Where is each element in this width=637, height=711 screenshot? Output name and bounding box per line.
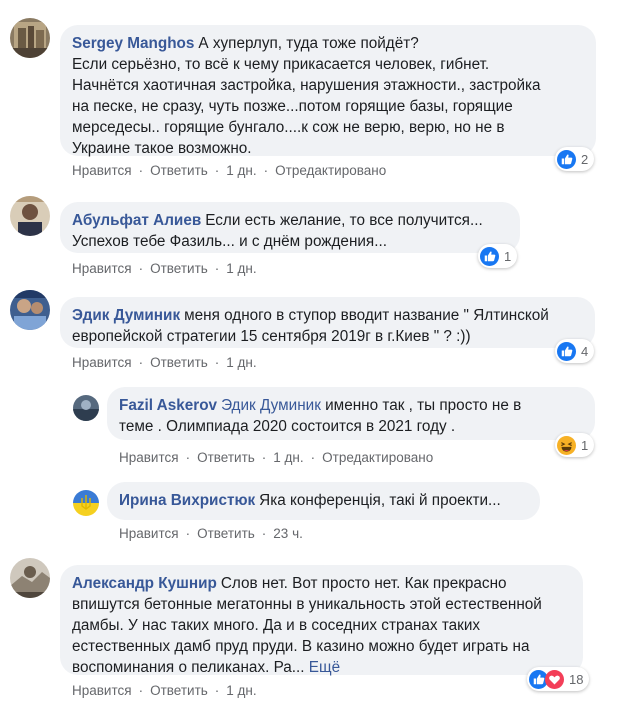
like-button[interactable]: Нравится	[72, 261, 132, 276]
comment-text-line: Слов нет. Вот просто нет. Как прекрасно	[220, 575, 507, 592]
comment-bubble: Sergey Manghos А хуперлуп, туда тоже пойд…	[60, 25, 596, 157]
separator-dot: ·	[214, 162, 220, 178]
reaction-summary[interactable]: 1	[555, 433, 595, 457]
reaction-summary[interactable]: 4	[555, 339, 595, 363]
comment-text-line: Если есть желание, то все получится...	[205, 212, 483, 229]
haha-icon	[557, 435, 576, 455]
comment-bubble: Ирина Вихристюк Яка конференція, такі й п…	[107, 482, 540, 520]
comment-text-line: Начнётся хаотичная застройка, нарушения …	[72, 77, 541, 94]
separator-dot: ·	[261, 449, 267, 465]
separator-dot: ·	[214, 682, 220, 698]
comment-timestamp[interactable]: 1 дн.	[226, 683, 256, 698]
comment-actions: Нравится · Ответить · 1 дн. · Отредактирова…	[119, 448, 433, 466]
like-icon	[557, 341, 576, 361]
comment-actions: Нравится · Ответить · 1 дн.	[72, 681, 257, 699]
comment-bubble: Абульфат Алиев Если есть желание, то все …	[60, 202, 520, 253]
reply-button[interactable]: Ответить	[150, 163, 208, 178]
comment-text-line: именно так , ты просто не в	[325, 397, 522, 414]
separator-dot: ·	[138, 162, 144, 178]
avatar[interactable]	[73, 490, 99, 516]
comment-actions: Нравится · Ответить · 23 ч.	[119, 524, 303, 542]
separator-dot: ·	[261, 525, 267, 541]
separator-dot: ·	[185, 449, 191, 465]
reply-button[interactable]: Ответить	[197, 450, 255, 465]
separator-dot: ·	[138, 354, 144, 370]
comment-actions: Нравится · Ответить · 1 дн.	[72, 353, 257, 371]
comment-text-line: Успехов тебе Фазиль... и с днём рождения…	[72, 233, 387, 250]
reply-button[interactable]: Ответить	[197, 526, 255, 541]
comment-timestamp[interactable]: 1 дн.	[273, 450, 303, 465]
reaction-count: 18	[569, 671, 584, 687]
comment-author[interactable]: Ирина Вихристюк	[119, 492, 255, 509]
comment-actions: Нравится · Ответить · 1 дн.	[72, 259, 257, 277]
reaction-count: 4	[581, 343, 589, 359]
reply-button[interactable]: Ответить	[150, 683, 208, 698]
like-button[interactable]: Нравится	[72, 355, 132, 370]
comment-text-line: мерседесы.. горящие бунгало....к сож не …	[72, 119, 505, 136]
comment-timestamp[interactable]: 1 дн.	[226, 261, 256, 276]
comment-text-line: Если серьёзно, то всё к чему прикасается…	[72, 56, 490, 73]
reaction-count: 1	[581, 437, 589, 453]
like-icon	[557, 149, 576, 169]
separator-dot: ·	[310, 449, 316, 465]
comment-text-line: меня одного в ступор вводит название " Я…	[184, 307, 549, 324]
comment-bubble: Эдик Думиник меня одного в ступор вводит …	[60, 297, 595, 348]
separator-dot: ·	[138, 260, 144, 276]
comment-timestamp[interactable]: 1 дн.	[226, 163, 256, 178]
like-button[interactable]: Нравится	[119, 526, 179, 541]
reaction-summary[interactable]: 18	[527, 667, 590, 691]
separator-dot: ·	[214, 260, 220, 276]
separator-dot: ·	[263, 162, 269, 178]
comment-actions: Нравится · Ответить · 1 дн. · Отредактирова…	[72, 161, 386, 179]
comment-bubble: Александр Кушнир Слов нет. Вот просто нет…	[60, 565, 583, 676]
comment-author[interactable]: Александр Кушнир	[72, 575, 217, 592]
comment-timestamp[interactable]: 23 ч.	[273, 526, 303, 541]
like-button[interactable]: Нравится	[72, 683, 132, 698]
comment-text-line: на песке, не сразу, чуть позже...потом г…	[72, 98, 513, 115]
reaction-count: 2	[581, 151, 589, 167]
avatar[interactable]	[10, 558, 50, 598]
separator-dot: ·	[214, 354, 220, 370]
comment-bubble: Fazil Askerov Эдик Думиник именно так , т…	[107, 387, 595, 440]
comment-author[interactable]: Эдик Думиник	[72, 307, 180, 324]
like-button[interactable]: Нравится	[119, 450, 179, 465]
avatar[interactable]	[73, 395, 99, 421]
comment-text-line: европейской стратегии 15 сентября 2019г …	[72, 328, 471, 345]
love-icon	[545, 669, 564, 689]
reaction-summary[interactable]: 1	[478, 244, 518, 268]
avatar[interactable]	[10, 196, 50, 236]
comment-author[interactable]: Sergey Manghos	[72, 35, 194, 52]
comment-timestamp[interactable]: 1 дн.	[226, 355, 256, 370]
comment-text-line: А хуперлуп, туда тоже пойдёт?	[198, 35, 419, 52]
comment-text-line: впишутся бетонные мегатонны в уникальнос…	[72, 596, 542, 613]
comment-text-line: воспоминания о пеликанах. Ра...	[72, 659, 305, 676]
comment-author[interactable]: Абульфат Алиев	[72, 212, 201, 229]
comment-text-line: Яка конференція, такі й проекти...	[259, 492, 501, 509]
reaction-count: 1	[504, 248, 512, 264]
edited-label[interactable]: Отредактировано	[275, 163, 386, 178]
reply-button[interactable]: Ответить	[150, 261, 208, 276]
comments-thread: Sergey Manghos А хуперлуп, туда тоже пойд…	[0, 0, 637, 711]
reaction-summary[interactable]: 2	[555, 147, 595, 171]
comment-text-line: дамбы. У нас таких много. Да и в соседни…	[72, 617, 481, 634]
see-more-link[interactable]: Ещё	[309, 659, 340, 676]
comment-author[interactable]: Fazil Askerov	[119, 397, 217, 414]
avatar[interactable]	[10, 290, 50, 330]
separator-dot: ·	[138, 682, 144, 698]
edited-label[interactable]: Отредактировано	[322, 450, 433, 465]
separator-dot: ·	[185, 525, 191, 541]
comment-text-line: теме . Олимпиада 2020 состоится в 2021 г…	[119, 418, 456, 435]
like-icon	[480, 246, 499, 266]
like-button[interactable]: Нравится	[72, 163, 132, 178]
mention-link[interactable]: Эдик Думиник	[221, 397, 321, 414]
comment-text-line: Украине такое возможно.	[72, 140, 252, 157]
reply-button[interactable]: Ответить	[150, 355, 208, 370]
avatar[interactable]	[10, 18, 50, 58]
comment-text-line: естественных дамб пруд пруди. В казино м…	[72, 638, 530, 655]
